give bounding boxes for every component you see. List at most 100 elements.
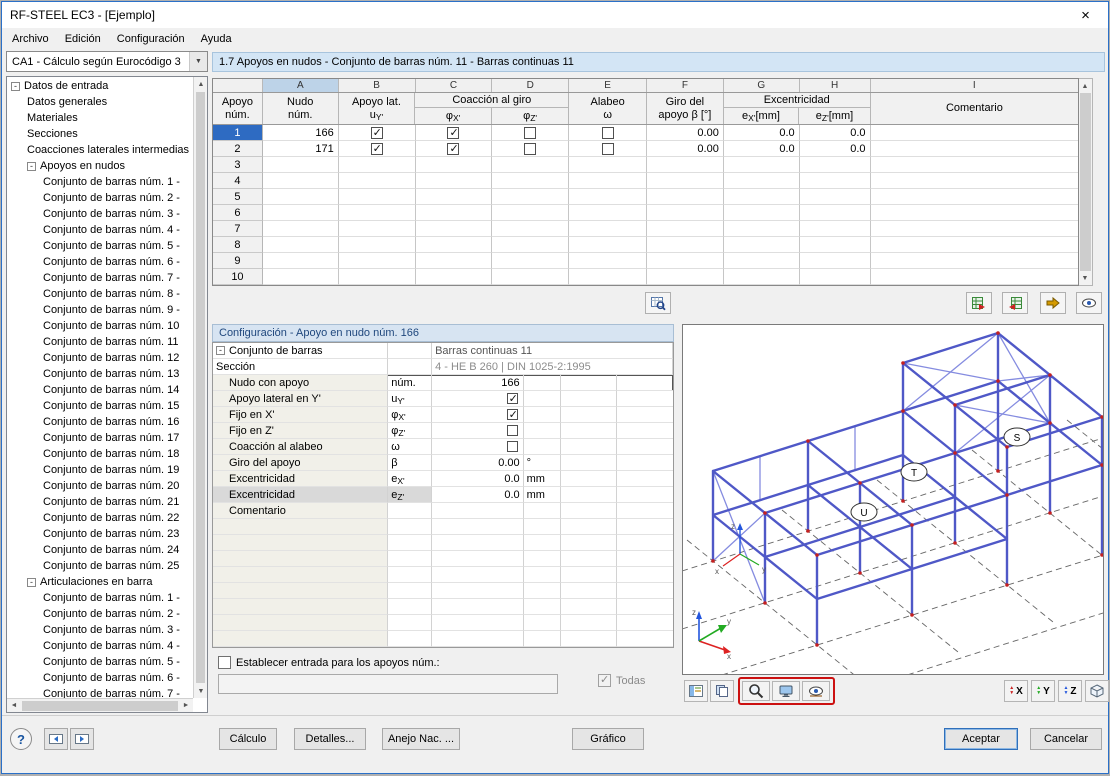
table-row[interactable]: 4	[213, 173, 1078, 189]
restraint-x-cell[interactable]	[415, 237, 493, 253]
lateral-support-cell[interactable]	[338, 125, 416, 141]
tree-item[interactable]: Conjunto de barras núm. 18	[7, 446, 193, 462]
config-value[interactable]: 0.0	[432, 471, 524, 487]
config-value[interactable]: Barras continuas 11	[432, 343, 673, 359]
config-row[interactable]: Comentario	[213, 503, 673, 519]
restraint-z-cell[interactable]	[492, 221, 570, 237]
tree-item[interactable]: Conjunto de barras núm. 22	[7, 510, 193, 526]
restraint-z-cell[interactable]	[492, 173, 570, 189]
lateral-support-cell[interactable]	[338, 269, 416, 285]
comment-cell[interactable]	[870, 189, 1078, 205]
menu-item[interactable]: Ayuda	[193, 30, 240, 48]
warping-cell[interactable]	[569, 189, 648, 205]
full-screen-button[interactable]	[772, 681, 800, 701]
view-z-button[interactable]: ▲ ▼ Z	[1058, 680, 1082, 702]
config-value[interactable]	[432, 391, 524, 407]
tree-item[interactable]: Conjunto de barras núm. 19	[7, 462, 193, 478]
config-value[interactable]	[432, 599, 524, 615]
config-row[interactable]	[213, 519, 673, 535]
scroll-right-icon[interactable]: ►	[179, 699, 193, 713]
eccentricity-z-cell[interactable]	[799, 157, 871, 173]
comment-cell[interactable]	[870, 125, 1078, 141]
config-row[interactable]	[213, 551, 673, 567]
warping-cell[interactable]	[569, 125, 648, 141]
eccentricity-x-cell[interactable]	[723, 205, 800, 221]
config-row[interactable]: Apoyo lateral en Y' u Y'	[213, 391, 673, 407]
eccentricity-x-cell[interactable]	[723, 269, 800, 285]
restraint-x-cell[interactable]	[415, 189, 493, 205]
table-row[interactable]: 7	[213, 221, 1078, 237]
table-row[interactable]: 5	[213, 189, 1078, 205]
eccentricity-x-cell[interactable]	[723, 253, 800, 269]
excel-export-button[interactable]	[966, 292, 992, 314]
apply-input[interactable]	[218, 674, 558, 694]
warping-cell[interactable]	[569, 205, 648, 221]
eccentricity-z-cell[interactable]	[799, 173, 871, 189]
load-case-selector[interactable]: CA1 - Cálculo según Eurocódigo 3 ▼	[6, 51, 208, 72]
column-letter[interactable]: A	[262, 79, 339, 92]
rotation-cell[interactable]	[647, 205, 724, 221]
tree-item[interactable]: Conjunto de barras núm. 17	[7, 430, 193, 446]
expander-icon[interactable]	[27, 161, 36, 171]
eccentricity-z-cell[interactable]	[799, 189, 871, 205]
row-number-cell[interactable]: 2	[213, 141, 263, 157]
warping-cell[interactable]	[569, 221, 648, 237]
warping-cell[interactable]	[569, 253, 648, 269]
warping-checkbox[interactable]	[601, 126, 614, 139]
warping-cell[interactable]	[569, 269, 648, 285]
comment-cell[interactable]	[870, 205, 1078, 221]
node-number-cell[interactable]: 166	[262, 125, 339, 141]
row-number-cell[interactable]: 7	[213, 221, 263, 237]
row-number-cell[interactable]: 5	[213, 189, 263, 205]
config-value[interactable]	[432, 535, 524, 551]
tree-item[interactable]: Conjunto de barras núm. 24	[7, 542, 193, 558]
node-number-cell[interactable]	[262, 189, 339, 205]
node-number-cell[interactable]	[262, 157, 339, 173]
comment-cell[interactable]	[870, 269, 1078, 285]
restraint-z-cell[interactable]	[492, 125, 570, 141]
comment-cell[interactable]	[870, 173, 1078, 189]
node-number-cell[interactable]	[262, 253, 339, 269]
lateral-support-cell[interactable]	[338, 253, 416, 269]
table-row[interactable]: 2 171 0.00 0.0 0.0	[213, 141, 1078, 157]
rotation-cell[interactable]	[647, 269, 724, 285]
eccentricity-z-cell[interactable]	[799, 237, 871, 253]
tree-item[interactable]: Secciones	[7, 126, 193, 142]
tree-item[interactable]: Conjunto de barras núm. 7 -	[7, 686, 193, 698]
tree-item[interactable]: Conjunto de barras núm. 1 -	[7, 590, 193, 606]
config-row[interactable]	[213, 567, 673, 583]
config-value[interactable]: 166	[432, 375, 524, 391]
detalles-button[interactable]: Detalles...	[294, 728, 366, 750]
row-number-cell[interactable]: 8	[213, 237, 263, 253]
todas-checkbox[interactable]	[598, 673, 611, 687]
warping-cell[interactable]	[569, 173, 648, 189]
config-value[interactable]	[432, 519, 524, 535]
config-value[interactable]: 0.00	[432, 455, 524, 471]
lateral-support-checkbox[interactable]	[370, 142, 383, 155]
restraint-x-cell[interactable]	[415, 157, 493, 173]
tree-item[interactable]: Conjunto de barras núm. 21	[7, 494, 193, 510]
rotation-cell[interactable]: 0.00	[647, 125, 724, 141]
config-checkbox[interactable]	[506, 425, 518, 436]
table-row[interactable]: 9	[213, 253, 1078, 269]
config-row[interactable]	[213, 631, 673, 647]
node-number-cell[interactable]	[262, 205, 339, 221]
calculo-button[interactable]: Cálculo	[219, 728, 277, 750]
eccentricity-x-cell[interactable]: 0.0	[723, 141, 800, 157]
tree-item[interactable]: Conjunto de barras núm. 14	[7, 382, 193, 398]
restraint-z-cell[interactable]	[492, 157, 570, 173]
tree-item[interactable]: Conjunto de barras núm. 12	[7, 350, 193, 366]
rotation-cell[interactable]	[647, 221, 724, 237]
view-x-button[interactable]: ▲ ▼ X	[1004, 680, 1028, 702]
expander-icon[interactable]	[11, 81, 20, 91]
eccentricity-x-cell[interactable]	[723, 237, 800, 253]
tree-item[interactable]: Coacciones laterales intermedias	[7, 142, 193, 158]
column-letter[interactable]: I	[870, 79, 1079, 92]
lateral-support-cell[interactable]	[338, 221, 416, 237]
expander-icon[interactable]	[27, 577, 36, 587]
config-row[interactable]: Fijo en Z' φ Z'	[213, 423, 673, 439]
config-row[interactable]	[213, 599, 673, 615]
column-letter[interactable]: B	[338, 79, 416, 92]
row-number-cell[interactable]: 6	[213, 205, 263, 221]
config-row[interactable]: Giro del apoyo β 0.00 °	[213, 455, 673, 471]
